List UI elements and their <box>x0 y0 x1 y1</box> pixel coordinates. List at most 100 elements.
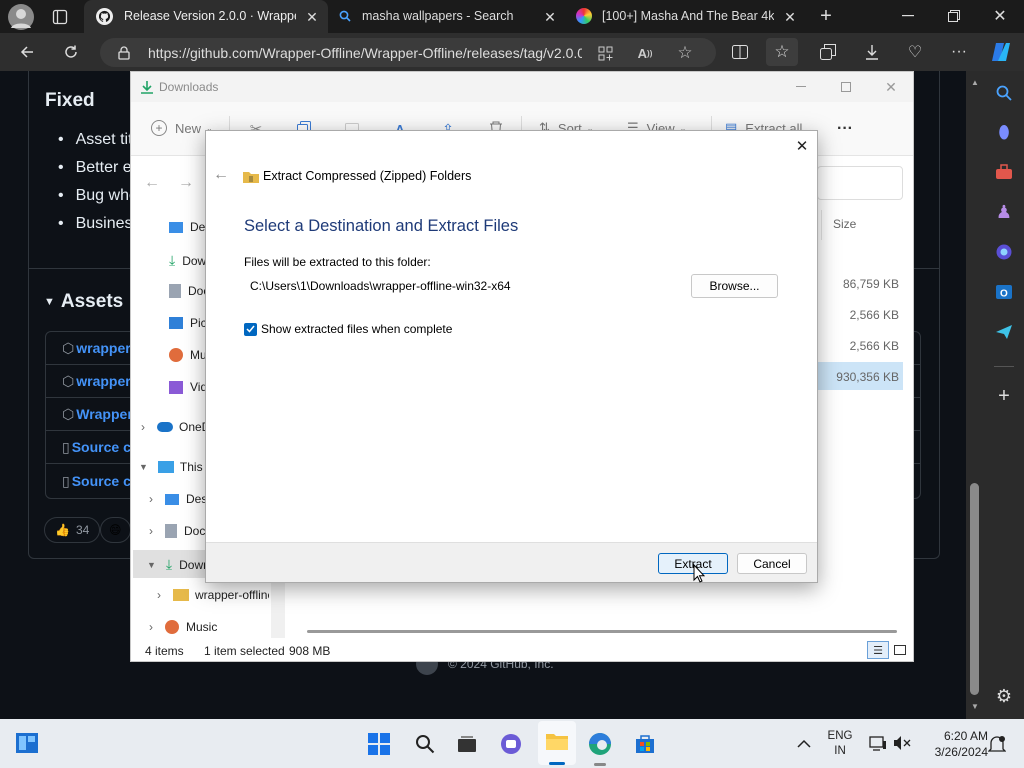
tab[interactable]: masha wallpapers - Search ✕ <box>332 0 564 33</box>
horizontal-scrollbar[interactable] <box>307 630 897 633</box>
show-hidden-icons-chevron-icon[interactable] <box>794 733 814 753</box>
destination-label: Files will be extracted to this folder: <box>244 255 431 269</box>
back-arrow-icon[interactable] <box>16 41 38 63</box>
downloads-icon[interactable] <box>862 42 882 62</box>
tiles-view-icon[interactable] <box>891 641 909 659</box>
language-indicator[interactable]: ENG IN <box>822 729 858 759</box>
minimize-window-icon[interactable] <box>898 6 918 26</box>
restore-window-icon[interactable] <box>944 6 964 26</box>
sidebar-copilot-icon[interactable] <box>993 241 1015 263</box>
network-icon[interactable] <box>868 734 888 752</box>
tab-actions-icon[interactable] <box>50 7 70 27</box>
scroll-thumb[interactable] <box>970 483 979 695</box>
edge-active-indicator <box>594 763 606 766</box>
scroll-up-icon[interactable]: ▲ <box>970 77 980 87</box>
collections-icon[interactable] <box>818 42 838 62</box>
task-view-icon[interactable] <box>454 731 480 757</box>
dialog-back-arrow-icon[interactable]: ← <box>212 166 230 184</box>
explorer-maximize-icon[interactable] <box>836 78 856 96</box>
file-explorer-taskbar-button[interactable] <box>538 721 576 765</box>
microsoft-store-icon[interactable] <box>632 731 658 757</box>
edge-browser-icon[interactable] <box>586 730 614 758</box>
show-files-checkbox[interactable]: Show extracted files when complete <box>244 322 452 336</box>
sidebar-outlook-icon[interactable]: O <box>993 281 1015 303</box>
sidebar-shopping-icon[interactable]: ⬮ <box>993 121 1015 143</box>
more-options-icon[interactable]: ··· <box>948 42 970 62</box>
tab-active[interactable]: Release Version 2.0.0 · Wrapper-Offline/… <box>84 0 328 33</box>
dialog-close-icon[interactable]: ✕ <box>792 137 812 155</box>
close-tab-icon[interactable]: ✕ <box>782 9 798 25</box>
destination-path[interactable]: C:\Users\1\Downloads\wrapper-offline-win… <box>250 279 511 293</box>
music-icon <box>165 620 179 634</box>
explorer-search-box[interactable] <box>817 166 903 200</box>
split-screen-icon[interactable] <box>730 42 750 62</box>
bullet-item: • Business <box>58 215 141 232</box>
search-icon[interactable] <box>412 731 438 757</box>
favorite-star-icon[interactable]: ☆ <box>676 43 694 62</box>
tab[interactable]: [100+] Masha And The Bear 4k Wallpapers … <box>570 0 806 33</box>
teams-chat-icon[interactable] <box>498 731 524 757</box>
new-button[interactable]: + New ⌄ <box>151 120 213 136</box>
copilot-icon[interactable] <box>988 40 1014 64</box>
bing-search-icon <box>338 9 352 23</box>
start-menu-icon[interactable] <box>366 731 392 757</box>
clock-time: 6:20 AM <box>943 729 988 743</box>
address-bar[interactable]: https://github.com/Wrapper-Offline/Wrapp… <box>100 38 716 67</box>
url-text[interactable]: https://github.com/Wrapper-Offline/Wrapp… <box>148 45 582 61</box>
assets-toggle[interactable]: ▼ Assets <box>44 291 123 313</box>
smile-icon: 😄 <box>109 523 122 537</box>
downloads-icon <box>139 79 155 95</box>
sidebar-settings-icon[interactable]: ⚙ <box>993 685 1015 707</box>
sidebar-add-icon[interactable]: + <box>993 385 1015 407</box>
explorer-close-icon[interactable]: ✕ <box>881 78 901 96</box>
refresh-icon[interactable] <box>60 41 82 63</box>
chevron-right-icon: › <box>157 588 161 602</box>
sidebar-games-icon[interactable]: ♟ <box>993 201 1015 223</box>
cancel-button[interactable]: Cancel <box>737 553 807 574</box>
status-size: 908 MB <box>289 644 331 658</box>
notifications-icon[interactable] <box>986 734 1008 754</box>
details-view-icon[interactable]: ☰ <box>867 641 889 659</box>
explorer-titlebar: Downloads ✕ <box>131 72 913 102</box>
profile-avatar[interactable] <box>8 4 34 30</box>
close-tab-icon[interactable]: ✕ <box>304 9 320 25</box>
plus-circle-icon: + <box>151 120 167 136</box>
github-favicon-icon <box>96 8 113 25</box>
clock-date: 3/26/2024 <box>934 745 988 759</box>
checkbox-checked-icon[interactable] <box>244 322 257 336</box>
read-aloud-icon[interactable]: A)) <box>636 44 654 62</box>
reaction-smile[interactable]: 😄 <box>100 517 131 543</box>
page-scrollbar[interactable]: ▲ ▼ <box>966 71 984 719</box>
volume-muted-icon[interactable] <box>892 734 912 752</box>
new-tab-icon[interactable]: + <box>816 5 836 27</box>
zip-folder-icon <box>173 589 189 601</box>
nav-item-folder[interactable]: › wrapper-offline-win32-x64 <box>157 588 269 602</box>
clock[interactable]: 6:20 AM 3/26/2024 <box>918 728 988 760</box>
column-divider <box>821 210 822 240</box>
nav-item-music[interactable]: › Music <box>149 620 217 634</box>
close-window-icon[interactable]: ✕ <box>990 6 1010 26</box>
sidebar-tools-icon[interactable] <box>993 161 1015 183</box>
nav-back-icon[interactable]: ← <box>143 174 161 192</box>
sidebar-search-icon[interactable] <box>993 82 1015 104</box>
language-code: ENG <box>827 730 853 742</box>
explorer-minimize-icon[interactable] <box>791 78 811 96</box>
browse-button[interactable]: Browse... <box>691 274 778 298</box>
close-tab-icon[interactable]: ✕ <box>542 9 558 25</box>
sidebar-drop-icon[interactable] <box>993 321 1015 343</box>
app-available-icon[interactable] <box>596 44 614 62</box>
documents-icon <box>165 524 177 538</box>
file-zip-icon: ▯ <box>62 472 70 489</box>
status-items: 4 items <box>145 644 184 658</box>
reaction-thumbs-up[interactable]: 👍 34 <box>44 517 101 543</box>
performance-icon[interactable]: ♡ <box>904 42 926 62</box>
more-options-icon[interactable]: ··· <box>833 120 857 138</box>
lock-icon[interactable] <box>116 45 132 61</box>
scroll-down-icon[interactable]: ▼ <box>970 701 980 711</box>
documents-icon <box>169 284 181 298</box>
column-header-size[interactable]: Size <box>833 217 856 231</box>
favorites-icon[interactable]: ☆ <box>766 38 798 66</box>
dialog-heading: Select a Destination and Extract Files <box>244 217 519 235</box>
widgets-icon[interactable] <box>14 731 40 755</box>
nav-forward-icon[interactable]: → <box>177 174 195 192</box>
